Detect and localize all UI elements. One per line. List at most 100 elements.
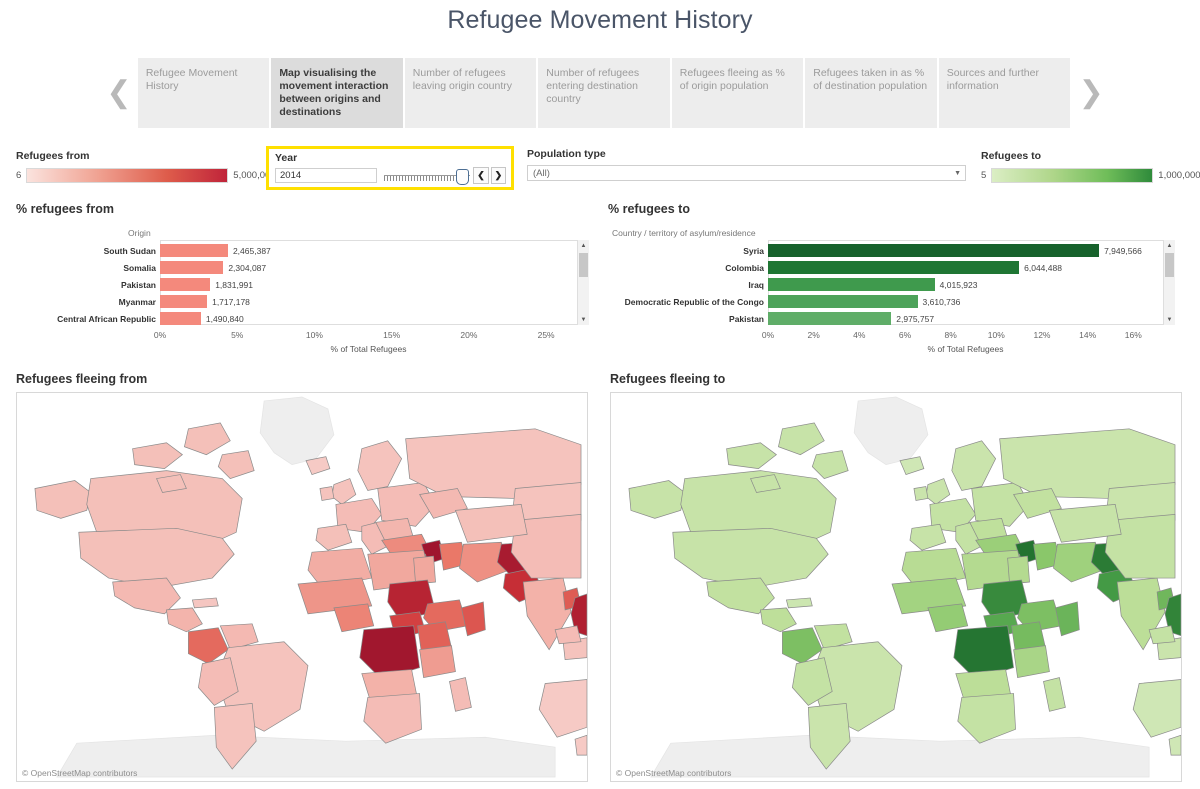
map-region-madagascar[interactable]	[449, 677, 472, 712]
bar-rect[interactable]	[768, 295, 918, 308]
legend-from-gradient	[26, 168, 229, 183]
bar-rect[interactable]	[160, 295, 208, 308]
map-region-uk[interactable]	[331, 478, 357, 505]
tab-refugees-entering-destination[interactable]: Number of refugees entering destination …	[538, 58, 670, 128]
bar-rect[interactable]	[160, 261, 224, 274]
bar-category-label: Myanmar	[118, 296, 156, 307]
map-region-tanzania[interactable]	[1013, 645, 1050, 678]
map-region-australia[interactable]	[538, 679, 587, 738]
map-region-canada-arctic-1[interactable]	[132, 442, 183, 469]
bar-row[interactable]: Iraq 4,015,923	[748, 276, 978, 293]
map-region-scandinavia[interactable]	[357, 440, 403, 491]
scroll-up-arrow-icon[interactable]: ▲	[1164, 240, 1175, 251]
tab-fleeing-pct-origin-population[interactable]: Refugees fleeing as % of origin populati…	[671, 58, 804, 128]
bar-rect[interactable]	[160, 244, 228, 257]
tab-taken-in-pct-destination-population[interactable]: Refugees taken in as % of destination po…	[805, 58, 937, 128]
map-refugees-fleeing-from[interactable]: © OpenStreetMap contributors	[16, 392, 588, 782]
map-region-alaska[interactable]	[34, 480, 92, 519]
map-region-alaska[interactable]	[628, 480, 686, 519]
map-region-tanzania[interactable]	[419, 645, 456, 678]
map-region-ireland[interactable]	[913, 486, 929, 501]
map-region-egypt-nile[interactable]	[1007, 555, 1030, 585]
bar-row[interactable]: Central African Republic 1,490,840	[57, 310, 244, 327]
legend-to-gradient	[991, 168, 1154, 183]
map-region-canada-arctic-3[interactable]	[811, 450, 849, 479]
bar-rect[interactable]	[160, 278, 211, 291]
map-region-nigeria[interactable]	[333, 603, 375, 633]
map-region-nz[interactable]	[574, 734, 587, 756]
map-region-central-america[interactable]	[166, 607, 203, 633]
bar-rect[interactable]	[768, 261, 1020, 274]
tabs-next-arrow-icon[interactable]: ❯	[1072, 58, 1110, 128]
bar-row[interactable]: Syria 7,949,566	[743, 242, 1142, 259]
scrollbar-refugees-from[interactable]: ▲ ▼	[577, 240, 589, 325]
bar-rect[interactable]	[160, 312, 201, 325]
map-region-greenland[interactable]	[259, 396, 335, 466]
map-region-cuba[interactable]	[785, 597, 813, 609]
map-region-iberia[interactable]	[909, 523, 947, 551]
scroll-up-arrow-icon[interactable]: ▲	[578, 240, 589, 251]
map-region-central-america[interactable]	[760, 607, 797, 633]
map-region-canada-arctic-1[interactable]	[726, 442, 777, 469]
scrollbar-refugees-to[interactable]: ▲ ▼	[1163, 240, 1175, 325]
map-region-southern-africa[interactable]	[957, 693, 1016, 744]
scroll-down-arrow-icon[interactable]: ▼	[578, 314, 589, 325]
scrollbar-thumb[interactable]	[579, 253, 588, 277]
legend-from-title: Refugees from	[16, 150, 90, 162]
year-filter[interactable]: Year 2014 ❮ ❯	[266, 146, 514, 190]
map-title-fleeing-to: Refugees fleeing to	[610, 372, 726, 386]
x-axis-tick: 6%	[898, 330, 912, 340]
map-region-greenland[interactable]	[853, 396, 929, 466]
year-input[interactable]: 2014	[275, 168, 377, 183]
population-type-label: Population type	[527, 148, 606, 160]
map-region-colombia[interactable]	[782, 627, 823, 665]
bar-row[interactable]: Myanmar 1,717,178	[119, 293, 250, 310]
map-region-ireland[interactable]	[319, 486, 335, 501]
scroll-down-arrow-icon[interactable]: ▼	[1164, 314, 1175, 325]
bar-row[interactable]: Colombia 6,044,488	[725, 259, 1062, 276]
world-map-green[interactable]	[611, 393, 1181, 781]
map-region-nigeria[interactable]	[927, 603, 969, 633]
year-next-button[interactable]: ❯	[490, 167, 506, 184]
bar-rect[interactable]	[768, 312, 892, 325]
map-region-mexico[interactable]	[112, 577, 181, 615]
bar-row[interactable]: Pakistan 2,975,757	[729, 310, 934, 327]
map-region-canada-arctic-2[interactable]	[184, 422, 231, 456]
tab-sources-and-further-information[interactable]: Sources and further information	[938, 58, 1071, 128]
tab-refugees-leaving-origin[interactable]: Number of refugees leaving origin countr…	[404, 58, 537, 128]
map-region-scandinavia[interactable]	[951, 440, 997, 491]
map-region-cuba[interactable]	[191, 597, 219, 609]
year-slider-thumb[interactable]	[455, 169, 469, 185]
bar-row[interactable]: Somalia 2,304,087	[123, 259, 267, 276]
bar-row[interactable]: South Sudan 2,465,387	[104, 242, 271, 259]
tabs-prev-arrow-icon[interactable]: ❮	[100, 58, 138, 128]
bar-row[interactable]: Democratic Republic of the Congo 3,610,73…	[625, 293, 960, 310]
scrollbar-thumb[interactable]	[1165, 253, 1174, 277]
map-region-southern-africa[interactable]	[363, 693, 422, 744]
map-region-madagascar[interactable]	[1043, 677, 1066, 712]
map-region-australia[interactable]	[1132, 679, 1181, 738]
population-type-select[interactable]: (All) ▼	[527, 165, 966, 181]
year-prev-button[interactable]: ❮	[473, 167, 489, 184]
map-region-mexico[interactable]	[706, 577, 775, 615]
world-map-red[interactable]	[17, 393, 587, 781]
map-region-nz[interactable]	[1168, 734, 1181, 756]
map-region-uk[interactable]	[925, 478, 951, 505]
x-axis-tick: 16%	[1124, 330, 1142, 340]
bar-value-label: 2,304,087	[228, 262, 267, 273]
tab-map-visualising-movement[interactable]: Map visualising the movement interaction…	[271, 58, 403, 128]
map-region-colombia[interactable]	[188, 627, 229, 665]
map-region-canada-arctic-3[interactable]	[217, 450, 255, 479]
year-slider[interactable]	[383, 168, 471, 185]
map-refugees-fleeing-to[interactable]: © OpenStreetMap contributors	[610, 392, 1182, 782]
map-region-somalia[interactable]	[461, 601, 486, 637]
bar-row[interactable]: Pakistan 1,831,991	[121, 276, 253, 293]
map-region-somalia[interactable]	[1055, 601, 1080, 637]
map-region-egypt-nile[interactable]	[413, 555, 436, 585]
bar-rect[interactable]	[768, 278, 935, 291]
tab-refugee-movement-history[interactable]: Refugee Movement History	[137, 58, 270, 128]
bar-rect[interactable]	[768, 244, 1100, 257]
map-region-iberia[interactable]	[315, 523, 353, 551]
map-region-canada-arctic-2[interactable]	[778, 422, 825, 456]
x-axis-tick: 0%	[153, 330, 167, 340]
